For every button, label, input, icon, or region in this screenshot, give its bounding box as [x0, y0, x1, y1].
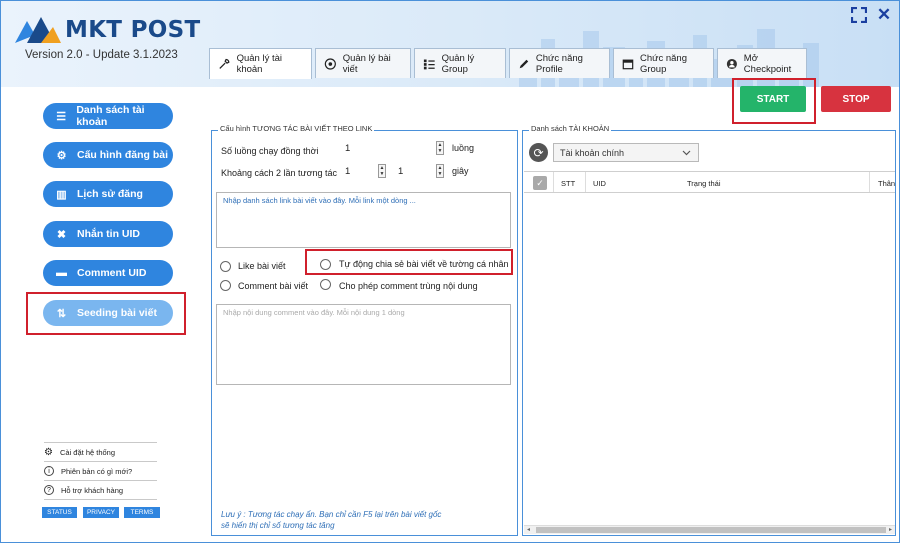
- select-value: Tài khoản chính: [560, 147, 625, 158]
- threads-unit: luồng: [452, 143, 475, 153]
- sidebar-item-comment-uid[interactable]: ▬ Comment UID: [43, 260, 173, 286]
- logo-mark-icon: [15, 17, 61, 43]
- footer-link-label: Hỗ trợ khách hàng: [61, 485, 124, 495]
- note-line-1: Lưu ý : Tương tác chạy ẩn. Bạn chỉ cần F…: [221, 510, 442, 519]
- tab-post-management[interactable]: Quản lý bài viết: [315, 48, 411, 78]
- pencil-icon: [519, 59, 529, 68]
- user-icon: [726, 58, 737, 69]
- column-divider: [869, 172, 870, 192]
- main-tabs: Quản lý tài khoản Quản lý bài viết Quản …: [209, 48, 807, 79]
- threads-stepper[interactable]: ▲ ▼: [436, 141, 444, 155]
- scroll-left-icon[interactable]: ◂: [527, 526, 530, 533]
- sidebar-item-message-uid[interactable]: ✖ Nhắn tin UID: [43, 221, 173, 247]
- book-icon: ▥: [56, 188, 67, 201]
- tab-label: Quản lý tài khoản: [236, 53, 282, 75]
- version-label: Version 2.0 - Update 3.1.2023: [25, 49, 178, 61]
- duplicate-comment-checkbox[interactable]: [320, 279, 331, 290]
- app-window: MKT POST Version 2.0 - Update 3.1.2023 ✕…: [0, 0, 900, 543]
- whats-new-link[interactable]: i Phiên bản có gì mới?: [44, 461, 157, 480]
- highlight-box-seeding: [26, 292, 186, 335]
- column-header-uid[interactable]: UID: [593, 179, 606, 188]
- footer-divider: [44, 499, 157, 500]
- chevron-down-icon: [682, 150, 691, 155]
- sidebar-item-label: Danh sách tài khoản: [76, 104, 145, 128]
- comment-icon: ▬: [56, 267, 67, 279]
- highlight-box-start: [732, 78, 816, 124]
- threads-label: Số luồng chạy đồng thời: [221, 146, 319, 156]
- tab-label: Quản lý bài viết: [342, 52, 391, 75]
- sidebar-item-label: Comment UID: [77, 267, 147, 279]
- tab-label: Mở Checkpoint: [743, 52, 792, 75]
- system-settings-link[interactable]: ⚙ Cài đặt hệ thống: [44, 442, 157, 461]
- note-line-2: sẽ hiển thị chỉ số tương tác tăng: [221, 521, 335, 530]
- comment-label: Comment bài viết: [238, 281, 309, 291]
- wrench-icon: [219, 58, 230, 69]
- comment-checkbox[interactable]: [220, 280, 231, 291]
- column-divider: [585, 172, 586, 192]
- footer-link-label: Cài đặt hệ thống: [59, 447, 116, 457]
- calendar-icon: [622, 59, 634, 69]
- list-icon: [423, 59, 435, 69]
- like-label: Like bài viết: [238, 261, 286, 271]
- target-icon: [324, 57, 336, 70]
- scrollbar-thumb[interactable]: [536, 527, 886, 533]
- tab-profile-functions[interactable]: Chức năng Profile: [509, 48, 610, 78]
- footer-link-label: Phiên bản có gì mới?: [61, 466, 133, 476]
- sidebar-item-account-list[interactable]: ☰ Danh sách tài khoản: [43, 103, 173, 129]
- column-header-than[interactable]: Thân: [878, 179, 895, 188]
- tab-group-functions[interactable]: Chức năng Group: [613, 48, 714, 78]
- panel-title: Danh sách TÀI KHOẢN: [529, 124, 612, 133]
- close-icon[interactable]: ✕: [874, 5, 894, 25]
- tab-group-management[interactable]: Quản lý Group: [414, 48, 506, 78]
- message-icon: ✖: [56, 228, 67, 241]
- column-header-stt[interactable]: STT: [561, 179, 575, 188]
- panel-title: Cấu hình TƯƠNG TÁC BÀI VIẾT THEO LINK: [218, 124, 375, 133]
- gears-icon: ⚙: [56, 149, 67, 162]
- tab-label: Chức năng Group: [639, 52, 687, 75]
- sidebar-item-label: Nhắn tin UID: [77, 228, 140, 240]
- account-type-select[interactable]: Tài khoản chính: [553, 143, 699, 162]
- duplicate-comment-label: Cho phép comment trùng nội dung: [339, 281, 478, 291]
- tab-open-checkpoint[interactable]: Mở Checkpoint: [717, 48, 807, 78]
- column-divider: [553, 172, 554, 192]
- interval-from-input[interactable]: 1: [345, 166, 350, 177]
- tab-label: Quản lý Group: [441, 52, 475, 75]
- info-icon: i: [44, 466, 54, 476]
- status-button[interactable]: STATUS: [42, 507, 77, 518]
- tab-account-management[interactable]: Quản lý tài khoản: [209, 48, 312, 79]
- sidebar-item-label: Cấu hình đăng bài: [77, 149, 168, 161]
- comment-content-textarea[interactable]: Nhập nội dung comment vào đây. Mỗi nội d…: [216, 304, 511, 385]
- header: MKT POST Version 2.0 - Update 3.1.2023 ✕…: [1, 1, 899, 87]
- scroll-right-icon[interactable]: ▸: [889, 526, 892, 533]
- interval-unit: giây: [452, 166, 469, 176]
- column-header-status[interactable]: Trạng thái: [687, 179, 721, 188]
- stop-button[interactable]: STOP: [821, 86, 891, 112]
- gear-icon: ⚙: [44, 446, 53, 458]
- sidebar-item-post-config[interactable]: ⚙ Cấu hình đăng bài: [43, 142, 173, 168]
- account-table-header: ✓ STT UID Trạng thái Thân: [524, 171, 895, 193]
- privacy-button[interactable]: PRIVACY: [83, 507, 119, 518]
- refresh-icon[interactable]: ⟳: [529, 143, 548, 162]
- tab-label: Chức năng Profile: [535, 52, 583, 75]
- terms-button[interactable]: TERMS: [124, 507, 160, 518]
- logo-text: MKT POST: [65, 17, 201, 43]
- horizontal-scrollbar[interactable]: ◂ ▸: [524, 525, 895, 534]
- sidebar-item-post-history[interactable]: ▥ Lịch sử đăng: [43, 181, 173, 207]
- logo: MKT POST: [13, 15, 200, 45]
- interval-to-stepper[interactable]: ▲ ▼: [436, 164, 444, 178]
- customer-support-link[interactable]: ? Hỗ trợ khách hàng: [44, 480, 157, 499]
- threads-input[interactable]: 1: [345, 143, 350, 154]
- post-links-textarea[interactable]: Nhập danh sách link bài viết vào đây. Mỗ…: [216, 192, 511, 248]
- sidebar-item-label: Lịch sử đăng: [77, 188, 143, 200]
- interval-label: Khoảng cách 2 lần tương tác: [221, 168, 338, 178]
- expand-icon[interactable]: [849, 5, 869, 25]
- list-icon: ☰: [56, 110, 67, 123]
- interval-to-input[interactable]: 1: [398, 166, 403, 177]
- interval-from-stepper[interactable]: ▲ ▼: [378, 164, 386, 178]
- highlight-box-auto-share: [305, 249, 513, 275]
- like-checkbox[interactable]: [220, 261, 231, 272]
- select-all-checkbox[interactable]: ✓: [533, 176, 547, 190]
- help-icon: ?: [44, 485, 54, 495]
